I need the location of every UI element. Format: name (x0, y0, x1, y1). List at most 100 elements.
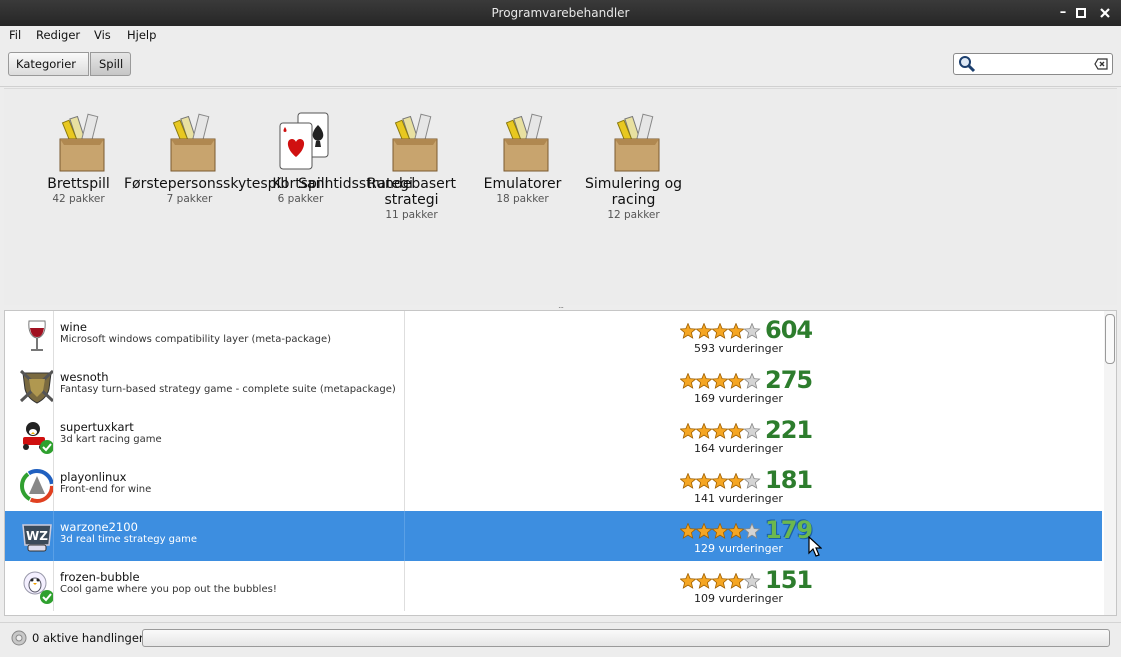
breadcrumb-spill[interactable]: Spill (90, 52, 132, 76)
rating-stars (680, 523, 761, 539)
close-icon[interactable] (1097, 5, 1113, 21)
rating-count: 164 vurderinger (694, 442, 783, 455)
star-filled-icon (695, 573, 713, 589)
star-filled-icon (680, 423, 697, 439)
shield-icon (19, 369, 55, 404)
star-filled-icon (727, 473, 745, 489)
package-description: 3d real time strategy game (60, 534, 198, 545)
rating-score: 179 (765, 516, 813, 544)
star-empty-icon (743, 423, 761, 439)
star-empty-icon (743, 473, 761, 489)
warzone-icon: WZ (22, 524, 52, 552)
category-name: Rundebasert strategi (367, 176, 456, 208)
rating-stars (680, 373, 761, 389)
star-empty-icon (743, 373, 761, 389)
star-empty-icon (743, 573, 761, 589)
category-name: Emulatorer (483, 176, 562, 192)
wine-glass-icon (28, 320, 46, 351)
game-box-icon (503, 113, 549, 172)
window-title: Programvarebehandler (491, 6, 630, 20)
rating-count: 169 vurderinger (694, 392, 783, 405)
list-scrollbar[interactable] (1104, 311, 1116, 615)
star-filled-icon (727, 373, 745, 389)
breadcrumb-kategorier[interactable]: Kategorier (8, 52, 90, 76)
rating-count: 593 vurderinger (694, 342, 783, 355)
star-filled-icon (695, 373, 713, 389)
playonlinux-icon (20, 469, 54, 503)
star-filled-icon (727, 573, 745, 589)
category-count: 11 pakker (385, 209, 438, 221)
star-empty-icon (743, 523, 761, 539)
search-box (953, 53, 1113, 75)
menu-vis[interactable]: Vis (94, 28, 111, 42)
package-row-wine[interactable]: wine Microsoft windows compatibility lay… (5, 311, 1102, 361)
star-filled-icon (695, 323, 713, 339)
scrollbar-thumb[interactable] (1105, 314, 1115, 364)
category-panel: Brettspill 42 pakker Førstepersonsskytes… (4, 88, 1117, 305)
star-filled-icon (680, 473, 697, 489)
star-filled-icon (695, 523, 713, 539)
menu-bar: Fil Rediger Vis Hjelp (0, 26, 1121, 46)
game-box-icon (170, 113, 216, 172)
svg-text:WZ: WZ (26, 529, 48, 543)
package-description: 3d kart racing game (60, 434, 162, 445)
star-filled-icon (680, 523, 697, 539)
rating-score: 151 (765, 566, 813, 594)
category-count: 7 pakker (166, 193, 213, 205)
category-count: 12 pakker (607, 209, 660, 221)
category-count: 42 pakker (52, 193, 105, 205)
star-filled-icon (727, 523, 745, 539)
game-box-icon (614, 113, 660, 172)
star-filled-icon (727, 323, 745, 339)
star-filled-icon (711, 423, 729, 439)
search-input[interactable] (978, 56, 1090, 72)
menu-rediger[interactable]: Rediger (36, 28, 80, 42)
rating-stars (680, 323, 761, 339)
menu-hjelp[interactable]: Hjelp (127, 28, 156, 42)
star-filled-icon (711, 523, 729, 539)
mouse-cursor-icon (808, 536, 822, 557)
package-name: wesnoth (60, 370, 109, 384)
star-filled-icon (695, 473, 713, 489)
package-description: Front-end for wine (60, 484, 152, 495)
package-name: frozen-bubble (60, 570, 140, 584)
package-description: Fantasy turn-based strategy game - compl… (60, 384, 396, 395)
app-window: Programvarebehandler – Fil Rediger Vis H… (0, 0, 1121, 657)
rating-score: 221 (765, 416, 813, 444)
category-name: Simulering og racing (584, 176, 683, 208)
penguin-icon (23, 571, 54, 604)
maximize-icon[interactable] (1073, 5, 1089, 21)
package-row-wesnoth[interactable]: wesnoth Fantasy turn-based strategy game… (5, 361, 1102, 411)
gear-icon (11, 630, 27, 646)
package-row-warzone2100[interactable]: WZ warzone2100 3d real time strategy gam… (5, 511, 1102, 561)
menu-fil[interactable]: Fil (9, 28, 21, 42)
category-count: 6 pakker (277, 193, 324, 205)
star-filled-icon (711, 573, 729, 589)
star-filled-icon (680, 573, 697, 589)
clear-search-icon[interactable] (1094, 57, 1108, 71)
star-filled-icon (711, 373, 729, 389)
rating-score: 275 (765, 366, 813, 394)
kart-icon (23, 422, 54, 454)
minimize-icon[interactable]: – (1055, 5, 1071, 21)
package-name: supertuxkart (60, 420, 134, 434)
rating-count: 141 vurderinger (694, 492, 783, 505)
star-filled-icon (695, 423, 713, 439)
package-name: wine (60, 320, 87, 334)
toolbar: Kategorier Spill (0, 46, 1121, 87)
status-text: 0 aktive handlinger (32, 631, 144, 645)
rating-stars (680, 573, 761, 589)
title-bar: Programvarebehandler – (0, 0, 1121, 26)
star-filled-icon (680, 373, 697, 389)
package-row-playonlinux[interactable]: playonlinux Front-end for wine 181 141 v… (5, 461, 1102, 511)
playing-cards-icon (279, 112, 329, 170)
progress-bar (142, 629, 1110, 647)
rating-score: 181 (765, 466, 813, 494)
rating-count: 109 vurderinger (694, 592, 783, 605)
package-row-frozen-bubble[interactable]: frozen-bubble Cool game where you pop ou… (5, 561, 1102, 611)
package-row-supertuxkart[interactable]: supertuxkart 3d kart racing game 221 164… (5, 411, 1102, 461)
star-filled-icon (711, 473, 729, 489)
package-name: warzone2100 (60, 520, 138, 534)
package-description: Microsoft windows compatibility layer (m… (60, 334, 332, 345)
star-empty-icon (743, 323, 761, 339)
